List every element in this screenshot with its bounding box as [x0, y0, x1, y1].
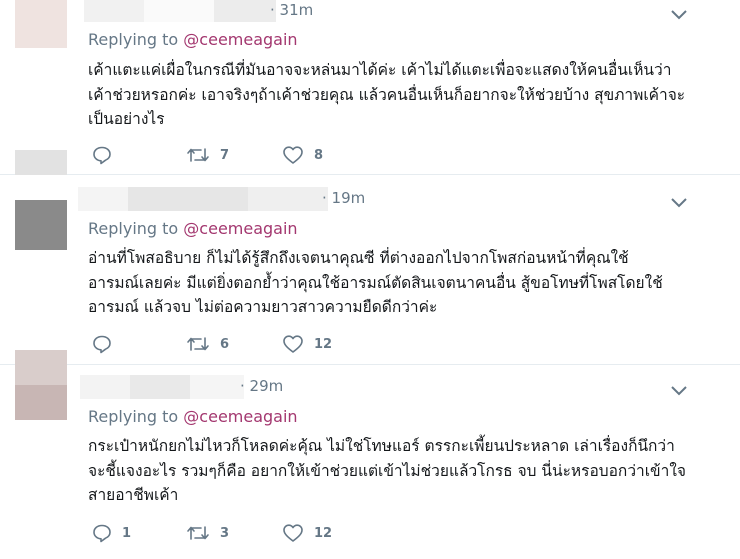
mention-link[interactable]: @ceemeagain — [183, 219, 297, 238]
retweet-count: 7 — [220, 147, 230, 163]
tweet[interactable]: · 19m Replying to @ceemeagain อ่านที่โพส… — [0, 150, 740, 365]
tweet-text-line: อารมณ์เลยค่ะ มีแต่ยิ่งตอกย้ำว่าคุณใช้อาร… — [88, 273, 663, 292]
reply-icon — [92, 334, 112, 354]
like-button[interactable]: 8 — [282, 143, 323, 167]
heart-icon — [282, 523, 304, 543]
chevron-down-icon[interactable] — [668, 195, 690, 211]
mention-link[interactable]: @ceemeagain — [183, 30, 297, 49]
retweet-button[interactable]: 3 — [186, 521, 229, 545]
retweet-icon — [186, 334, 210, 354]
retweet-count: 3 — [220, 525, 230, 541]
username-blurred[interactable] — [78, 187, 328, 211]
replying-label: Replying to — [88, 30, 179, 49]
tweet[interactable]: · 31m Replying to @ceemeagain เค้าแตะแค่… — [0, 0, 740, 175]
like-button[interactable]: 12 — [282, 521, 332, 545]
replying-label: Replying to — [88, 219, 179, 238]
tweet-text-line: เค้าแตะแค่เผื่อในกรณีที่มันอาจจะหล่นมาได… — [88, 61, 672, 79]
tweet-timestamp[interactable]: · 31m — [270, 1, 313, 19]
username-blurred[interactable] — [84, 0, 276, 22]
tweet-actions: 6 12 — [88, 332, 548, 356]
username-blurred[interactable] — [80, 375, 244, 399]
tweet-text-line: จะชี้แจงอะไร รวมๆก็คือ อยากให้เข้าช่วยแต… — [88, 461, 686, 480]
chevron-down-icon[interactable] — [668, 383, 690, 399]
tweet-timestamp[interactable]: · 29m — [240, 377, 283, 395]
tweet-text: อ่านที่โพสอธิบาย ก็ไม่ได้รู้สึกถึงเจตนาค… — [88, 246, 728, 320]
replying-to: Replying to @ceemeagain — [88, 219, 298, 238]
tweet-text: เค้าแตะแค่เผื่อในกรณีที่มันอาจจะหล่นมาได… — [88, 58, 728, 132]
heart-icon — [282, 334, 304, 354]
avatar[interactable] — [15, 200, 67, 250]
tweet-text: กระเป๋าหนักยกไม่ไหวก็โหลดค่ะคุ้ณ ไม่ใช่โ… — [88, 434, 728, 508]
reply-button[interactable] — [92, 332, 122, 356]
mention-link[interactable]: @ceemeagain — [183, 407, 297, 426]
tweet-text-line: เป็นอย่างไร — [88, 110, 165, 128]
avatar[interactable] — [15, 350, 67, 420]
like-count: 12 — [314, 336, 333, 352]
tweet-actions: 7 8 — [88, 143, 548, 167]
tweet-text-line: เค้าช่วยหรอกค่ะ เอาจริงๆถ้าเค้าช่วยคุณ แ… — [88, 85, 686, 104]
replying-label: Replying to — [88, 407, 179, 426]
reply-button[interactable]: 1 — [92, 521, 131, 545]
like-button[interactable]: 12 — [282, 332, 332, 356]
heart-icon — [282, 145, 304, 165]
replying-to: Replying to @ceemeagain — [88, 30, 298, 49]
tweet-text-line: สายอาชีพเค้า — [88, 486, 179, 504]
tweet[interactable]: · 29m Replying to @ceemeagain กระเป๋าหนั… — [0, 350, 740, 559]
reply-button[interactable] — [92, 143, 122, 167]
tweet-text-line: อ่านที่โพสอธิบาย ก็ไม่ได้รู้สึกถึงเจตนาค… — [88, 249, 629, 267]
retweet-count: 6 — [220, 336, 230, 352]
retweet-button[interactable]: 7 — [186, 143, 229, 167]
retweet-button[interactable]: 6 — [186, 332, 229, 356]
like-count: 8 — [314, 147, 324, 163]
tweet-text-line: กระเป๋าหนักยกไม่ไหวก็โหลดค่ะคุ้ณ ไม่ใช่โ… — [88, 437, 675, 455]
retweet-icon — [186, 145, 210, 165]
reply-count: 1 — [122, 525, 132, 541]
chevron-down-icon[interactable] — [668, 7, 690, 23]
tweet-timestamp[interactable]: · 19m — [322, 189, 365, 207]
avatar[interactable] — [15, 0, 67, 48]
reply-icon — [92, 145, 112, 165]
replying-to: Replying to @ceemeagain — [88, 407, 298, 426]
tweet-text-line: อารมณ์ แล้วจบ ไม่ต่อความยาวสาวความยืดดีก… — [88, 298, 438, 316]
tweet-actions: 1 3 12 — [88, 521, 548, 545]
like-count: 12 — [314, 525, 333, 541]
retweet-icon — [186, 523, 210, 543]
reply-icon — [92, 523, 112, 543]
